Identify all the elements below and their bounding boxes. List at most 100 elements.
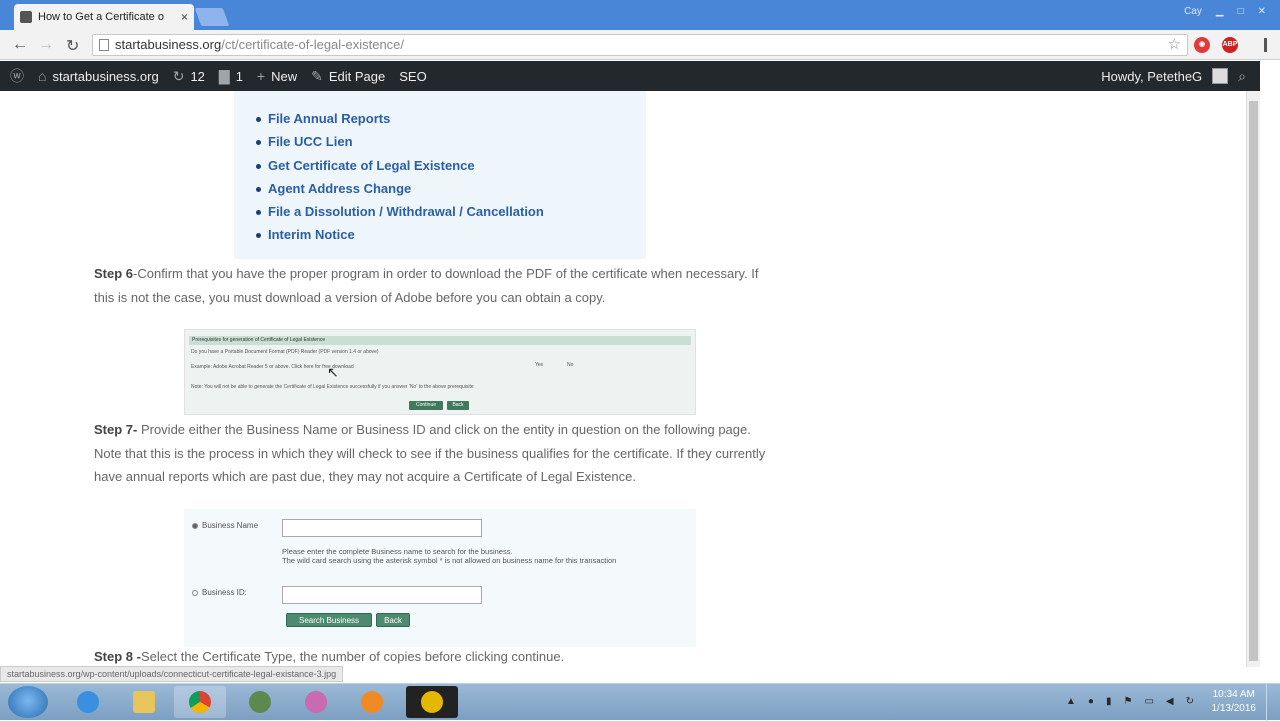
step8-label: Step 8 -: [94, 649, 141, 664]
tray-flag-icon[interactable]: ⚑: [1123, 696, 1132, 707]
paint-icon: [305, 691, 327, 713]
bookmark-star-icon[interactable]: ☆: [1168, 35, 1181, 55]
radio-unselected-icon: [192, 589, 198, 596]
shield-icon: [249, 691, 271, 713]
business-id-radio[interactable]: Business ID:: [192, 588, 247, 597]
address-bar[interactable]: startabusiness.org/ct/certificate-of-leg…: [92, 34, 1188, 56]
option-link-ucc-lien[interactable]: File UCC Lien: [256, 134, 544, 157]
taskbar-paint[interactable]: [290, 686, 342, 718]
admin-new-link[interactable]: + New: [257, 68, 297, 84]
media-player-icon: [361, 691, 383, 713]
option-link-agent-address[interactable]: Agent Address Change: [256, 181, 544, 204]
wp-admin-bar: ⓦ ⌂ startabusiness.org ↻ 12 ▇ 1 + New ✎ Edit …: [0, 61, 1260, 91]
taskbar-recorder[interactable]: [406, 686, 458, 718]
option-link-certificate[interactable]: Get Certificate of Legal Existence: [256, 158, 544, 181]
scrollbar-thumb[interactable]: [1249, 101, 1258, 661]
close-tab-icon[interactable]: ×: [181, 10, 188, 24]
folder-icon: [133, 691, 155, 713]
back-arrow-icon[interactable]: ←: [12, 36, 28, 54]
forward-arrow-icon[interactable]: →: [38, 36, 54, 54]
business-id-input[interactable]: [282, 586, 482, 604]
dashboard-icon: ⌂: [38, 68, 47, 84]
step8-text: Select the Certificate Type, the number …: [140, 649, 565, 664]
taskbar-media[interactable]: [346, 686, 398, 718]
adblock-icon[interactable]: ABP: [1222, 37, 1238, 53]
business-search-screenshot: Business Name Please enter the complete …: [184, 509, 696, 647]
pencil-icon: ✎: [311, 67, 323, 84]
minimize-icon[interactable]: ▁: [1216, 6, 1224, 17]
admin-edit-page-link[interactable]: ✎ Edit Page: [311, 68, 385, 85]
tray-arrow-icon[interactable]: ▲: [1066, 696, 1076, 707]
taskbar-ie[interactable]: [62, 686, 114, 718]
tray-display-icon[interactable]: ▭: [1144, 696, 1153, 707]
option-link-annual-reports[interactable]: File Annual Reports: [256, 111, 544, 134]
clock-time: 10:34 AM: [1212, 689, 1255, 700]
system-tray: ▲ ● ▮ ⚑ ▭ ◀ ↻: [1066, 696, 1194, 707]
admin-comments-link[interactable]: ▇ 1: [219, 68, 243, 85]
mouse-cursor-icon: ↖: [327, 364, 339, 380]
taskbar-shield-app[interactable]: [234, 686, 286, 718]
prereq-no[interactable]: No: [567, 362, 573, 368]
window-right-edge: [1260, 91, 1280, 667]
taskbar-chrome[interactable]: [174, 686, 226, 718]
browser-title-bar: How to Get a Certificate o × Cay ▁ □ ✕: [0, 0, 1280, 30]
prereq-header: Prerequisites for generation of Certific…: [189, 336, 691, 345]
recorder-icon: [421, 691, 443, 713]
tab-title: How to Get a Certificate o: [38, 11, 164, 23]
step6-paragraph: Step 6-Confirm that you have the proper …: [94, 262, 774, 309]
admin-seo-link[interactable]: SEO: [399, 69, 426, 84]
search-business-button[interactable]: Search Business: [286, 613, 372, 627]
page-content: File Annual Reports File UCC Lien Get Ce…: [0, 91, 1246, 667]
url-domain: startabusiness.org: [115, 37, 222, 52]
new-tab-button[interactable]: [194, 8, 230, 26]
window-controls: Cay ▁ □ ✕: [1184, 6, 1266, 17]
prereq-note: Note: You will not be able to generate t…: [191, 384, 474, 390]
option-link-dissolution[interactable]: File a Dissolution / Withdrawal / Cancel…: [256, 204, 544, 227]
tray-network-icon[interactable]: ▮: [1106, 696, 1112, 707]
url-path: /ct/certificate-of-legal-existence/: [221, 37, 405, 52]
admin-howdy-link[interactable]: Howdy, PetetheG: [1101, 69, 1202, 84]
option-link-interim-notice[interactable]: Interim Notice: [256, 227, 544, 250]
taskbar-clock[interactable]: 10:34 AM 1/13/2016: [1212, 688, 1257, 716]
radio-selected-icon: [192, 522, 198, 529]
reload-icon[interactable]: ↻: [66, 36, 79, 56]
profile-name[interactable]: Cay: [1184, 6, 1202, 17]
tray-app-icon[interactable]: ●: [1088, 696, 1094, 707]
avatar[interactable]: [1212, 68, 1229, 84]
page-icon: [99, 39, 109, 51]
search-icon[interactable]: ⌕: [1238, 68, 1246, 85]
admin-updates-link[interactable]: ↻ 12: [173, 68, 205, 85]
prereq-continue-button[interactable]: Continue: [409, 401, 443, 410]
wordpress-logo-icon[interactable]: ⓦ: [10, 66, 24, 86]
step7-text: Provide either the Business Name or Busi…: [94, 422, 766, 484]
chrome-menu-icon[interactable]: [1264, 38, 1268, 52]
close-window-icon[interactable]: ✕: [1258, 6, 1266, 17]
search-back-button[interactable]: Back: [376, 613, 410, 627]
business-name-help: Please enter the complete Business name …: [282, 547, 617, 565]
business-name-radio[interactable]: Business Name: [192, 521, 258, 530]
business-name-input[interactable]: [282, 519, 482, 537]
prereq-yes[interactable]: Yes: [535, 362, 543, 368]
maximize-icon[interactable]: □: [1238, 6, 1244, 17]
browser-tab[interactable]: How to Get a Certificate o ×: [14, 4, 194, 30]
taskbar-explorer[interactable]: [118, 686, 170, 718]
comment-icon: ▇: [218, 67, 230, 84]
show-desktop-button[interactable]: [1266, 684, 1280, 721]
step6-label: Step 6: [94, 266, 134, 281]
step7-paragraph: Step 7- Provide either the Business Name…: [94, 418, 774, 489]
step7-label: Step 7-: [94, 422, 138, 437]
start-button[interactable]: [8, 686, 48, 718]
tray-volume-icon[interactable]: ◀: [1166, 696, 1174, 707]
page-scrollbar[interactable]: [1246, 91, 1260, 667]
browser-toolbar: ← → ↻ startabusiness.org/ct/certificate-…: [0, 30, 1280, 60]
prereq-question: Do you have a Portable Document Format (…: [191, 349, 379, 355]
admin-site-link[interactable]: ⌂ startabusiness.org: [38, 68, 159, 84]
chrome-icon: [189, 691, 211, 713]
options-list: File Annual Reports File UCC Lien Get Ce…: [256, 111, 544, 251]
page-favicon-icon: [20, 11, 32, 23]
tray-sync-icon[interactable]: ↻: [1186, 696, 1194, 707]
windows-taskbar: ▲ ● ▮ ⚑ ▭ ◀ ↻ 10:34 AM 1/13/2016: [0, 683, 1280, 721]
step6-text: -Confirm that you have the proper progra…: [94, 266, 759, 305]
extension-icon[interactable]: ◉: [1194, 37, 1210, 53]
prereq-back-button[interactable]: Back: [447, 401, 469, 410]
